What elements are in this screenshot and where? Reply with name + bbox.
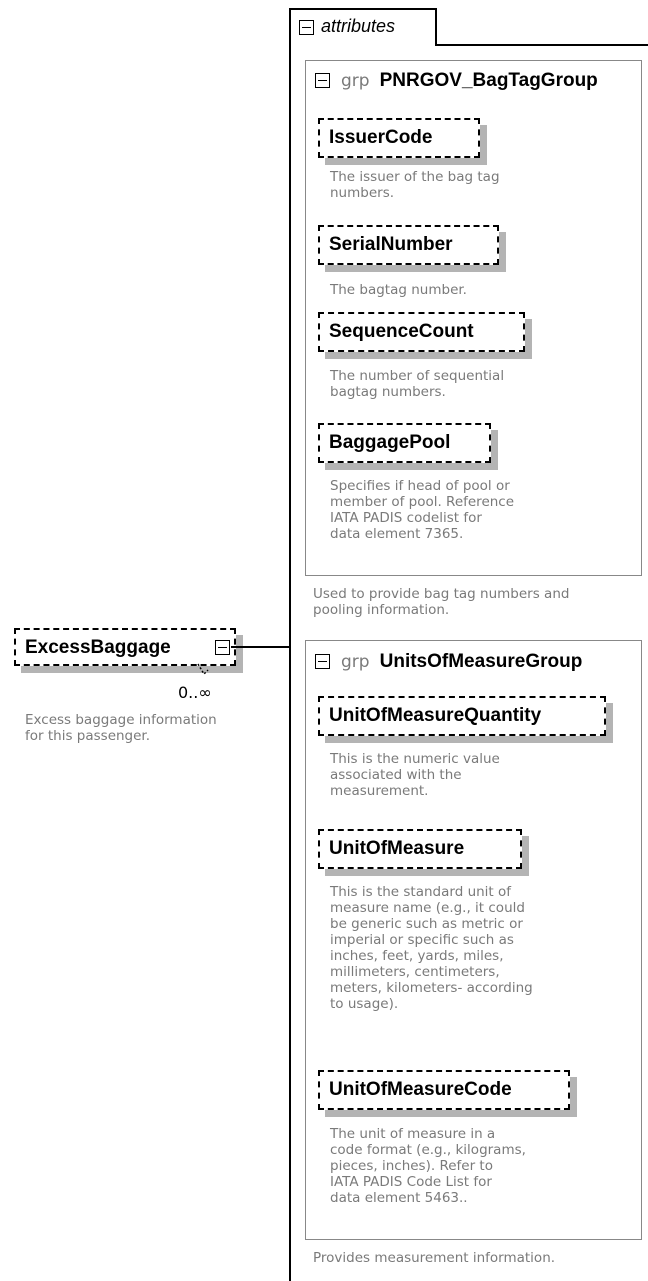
unit-of-measure-code-node[interactable]: UnitOfMeasureCode <box>318 1070 570 1110</box>
attributes-tab[interactable]: attributes <box>289 8 437 45</box>
sequence-count-description: The number of sequential bagtag numbers. <box>330 368 505 400</box>
attributes-tab-label: attributes <box>321 16 396 36</box>
units-group-name: UnitsOfMeasureGroup <box>379 651 583 672</box>
attributes-collapse-icon[interactable] <box>299 20 314 35</box>
unit-of-measure-code-description: The unit of measure in a code format (e.… <box>330 1126 526 1206</box>
bag-tag-group-title: grp PNRGOV_BagTagGroup <box>341 69 598 92</box>
excess-baggage-node[interactable]: ExcessBaggage <box>14 628 236 666</box>
bag-tag-group-description: Used to provide bag tag numbers and pool… <box>313 586 570 618</box>
connector-line <box>231 646 289 648</box>
serial-number-description: The bagtag number. <box>330 282 467 298</box>
baggage-pool-description: Specifies if head of pool or member of p… <box>330 478 515 542</box>
multiplicity-arc-icon <box>197 663 209 676</box>
attributes-frame-top-border <box>435 44 648 46</box>
sequence-count-node[interactable]: SequenceCount <box>318 312 525 352</box>
units-group-keyword: grp <box>341 652 370 672</box>
units-group-title: grp UnitsOfMeasureGroup <box>341 650 582 673</box>
units-group-collapse-icon[interactable] <box>315 654 330 669</box>
excess-baggage-label: ExcessBaggage <box>25 637 171 658</box>
excess-baggage-description: Excess baggage information for this pass… <box>25 712 217 744</box>
bag-tag-group-collapse-icon[interactable] <box>315 73 330 88</box>
serial-number-node[interactable]: SerialNumber <box>318 225 499 265</box>
excess-baggage-cardinality: 0..∞ <box>178 683 212 702</box>
bag-tag-group-keyword: grp <box>341 71 370 91</box>
unit-of-measure-quantity-node[interactable]: UnitOfMeasureQuantity <box>318 696 606 736</box>
units-group-description: Provides measurement information. <box>313 1250 556 1266</box>
excess-baggage-collapse-icon[interactable] <box>215 640 230 655</box>
issuer-code-description: The issuer of the bag tag numbers. <box>330 169 500 201</box>
attributes-frame-left-border <box>289 10 291 1281</box>
unit-of-measure-quantity-description: This is the numeric value associated wit… <box>330 751 500 799</box>
baggage-pool-node[interactable]: BaggagePool <box>318 423 491 463</box>
issuer-code-node[interactable]: IssuerCode <box>318 118 480 158</box>
bag-tag-group-name: PNRGOV_BagTagGroup <box>379 70 598 91</box>
unit-of-measure-node[interactable]: UnitOfMeasure <box>318 829 522 869</box>
unit-of-measure-description: This is the standard unit of measure nam… <box>330 884 533 1012</box>
